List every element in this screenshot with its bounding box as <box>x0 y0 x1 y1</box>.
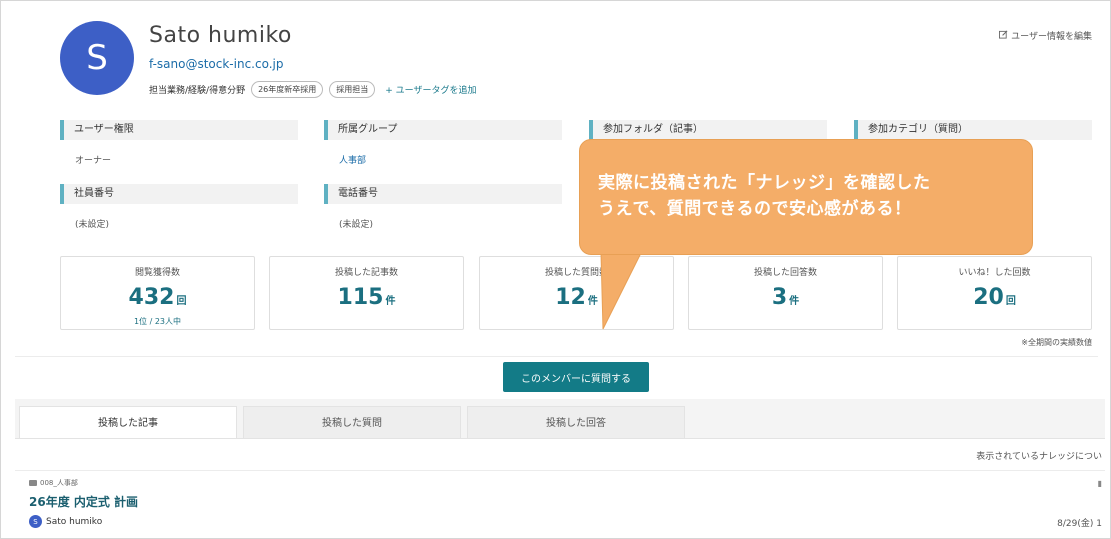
callout-line: 実際に投稿された「ナレッジ」を確認した <box>598 173 931 193</box>
edit-icon <box>999 30 1008 42</box>
stat-label: 投稿した回答数 <box>753 268 817 278</box>
stat-value: 3件 <box>771 285 800 310</box>
stat-likes: いいね！した回数 20 回 <box>897 256 1092 330</box>
callout-tail <box>600 253 642 330</box>
callout-line: うえで、質問できるので安心感がある！ <box>598 199 912 219</box>
divider <box>15 356 1098 357</box>
user-email-link[interactable]: f-sano@stock-inc.co.jp <box>149 57 283 71</box>
article-folder: 008_人事部 <box>29 478 78 488</box>
avatar: S <box>60 21 134 95</box>
tag-row: 担当業務/経験/得意分野 26年度新卒採用 採用担当 + ユーザータグを追加 <box>149 81 477 98</box>
employee-no-label: 社員番号 <box>60 184 298 204</box>
list-caption: 表示されているナレッジについ <box>976 452 1102 462</box>
folder-name: 008_人事部 <box>40 479 78 487</box>
tab-divider <box>15 438 1105 439</box>
stat-value: 20 回 <box>973 285 1016 310</box>
avatar-initial: S <box>86 38 108 78</box>
role-label: ユーザー権限 <box>60 120 298 140</box>
category-label: 参加カテゴリ（質問） <box>854 120 1092 140</box>
stats-note: ※全期間の実績数値 <box>1021 338 1092 347</box>
department-line: 担当業務/経験/得意分野 <box>149 86 246 96</box>
phone-label: 電話番号 <box>324 184 562 204</box>
add-tag-link[interactable]: + ユーザータグを追加 <box>385 83 476 96</box>
edit-user-label: ユーザー情報を編集 <box>1011 32 1092 42</box>
profile-page: S Sato humiko f-sano@stock-inc.co.jp 担当業… <box>0 0 1111 539</box>
article-title-link[interactable]: 26年度 内定式 計画 <box>29 493 138 510</box>
divider <box>15 470 1105 471</box>
stat-views: 閲覧獲得数 432 回 1位 / 23人中 <box>60 256 255 330</box>
stat-rank: 1位 / 23人中 <box>133 317 182 326</box>
ask-member-button[interactable]: このメンバーに質問する <box>503 362 649 392</box>
tab-articles[interactable]: 投稿した記事 <box>19 406 237 439</box>
folder-icon <box>29 480 37 486</box>
article-date: 8/29(金) 1 <box>1057 519 1102 529</box>
stat-articles: 投稿した記事数 115 件 <box>269 256 464 330</box>
stat-answers: 投稿した回答数 3件 <box>688 256 883 330</box>
stat-value: 432 回 <box>128 285 187 310</box>
stat-label: いいね！した回数 <box>958 268 1031 278</box>
author-name: Sato humiko <box>46 516 103 527</box>
tab-questions[interactable]: 投稿した質問 <box>243 406 461 439</box>
user-tag[interactable]: 26年度新卒採用 <box>251 81 324 98</box>
stat-label: 閲覧獲得数 <box>134 268 180 278</box>
edit-user-link[interactable]: ユーザー情報を編集 <box>999 29 1092 42</box>
tab-answers[interactable]: 投稿した回答 <box>467 406 685 439</box>
user-tag[interactable]: 採用担当 <box>329 81 376 98</box>
stat-value: 115 件 <box>337 285 396 310</box>
user-name: Sato humiko <box>149 23 292 48</box>
group-label: 所属グループ <box>324 120 562 140</box>
group-value-link[interactable]: 人事部 <box>339 153 366 166</box>
stat-label: 投稿した記事数 <box>334 268 398 278</box>
avatar: S <box>29 515 42 528</box>
like-icon: ▮ <box>1097 479 1102 488</box>
folder-label: 参加フォルダ（記事） <box>589 120 827 140</box>
employee-no-value: (未設定) <box>75 220 110 230</box>
callout-bubble: 実際に投稿された「ナレッジ」を確認した うえで、質問できるので安心感がある！ <box>579 139 1033 255</box>
phone-value: (未設定) <box>339 220 374 230</box>
article-author: S Sato humiko <box>29 515 102 528</box>
role-value: オーナー <box>75 156 112 166</box>
